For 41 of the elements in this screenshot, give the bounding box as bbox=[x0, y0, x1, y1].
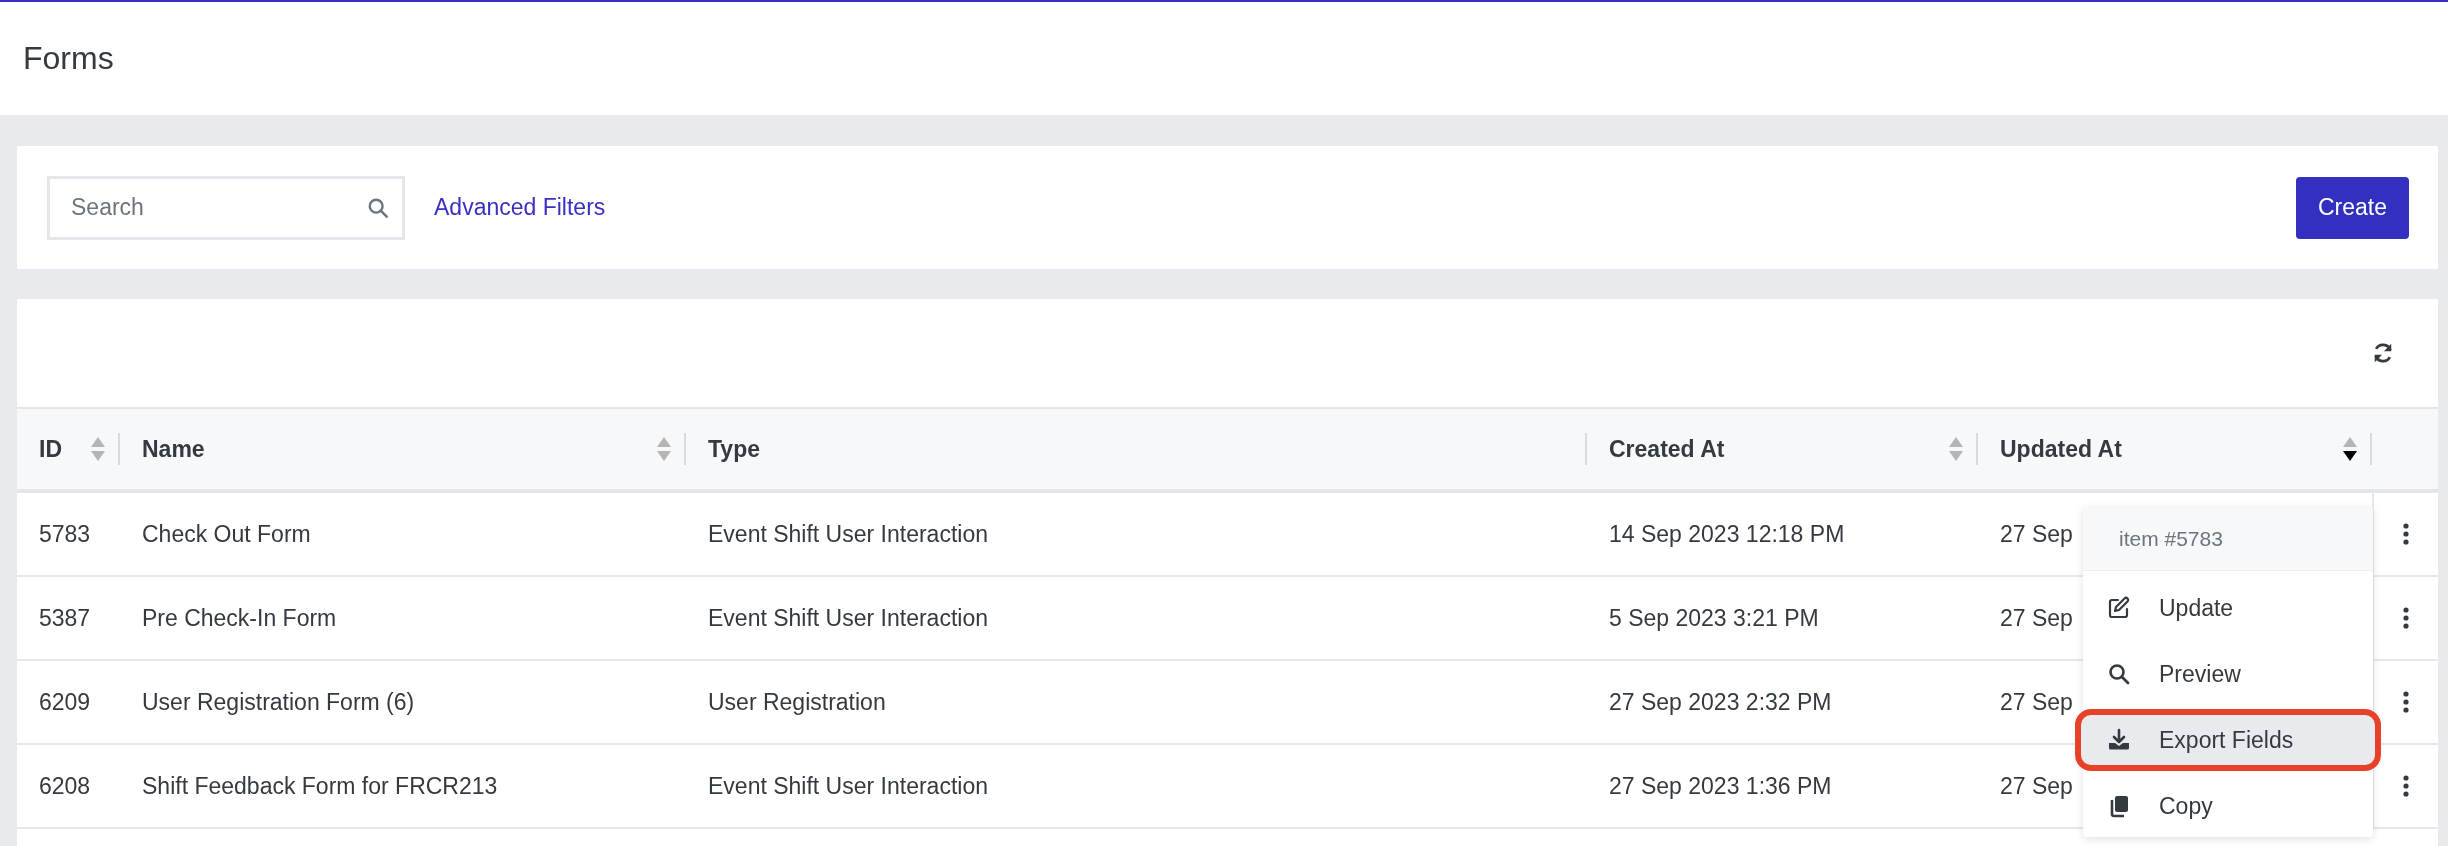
table-cell: User Registration bbox=[708, 688, 886, 716]
table-cell: Event Shift User Interaction bbox=[708, 604, 988, 632]
search-icon bbox=[367, 196, 389, 219]
table-cell: 27 Sep bbox=[2000, 520, 2073, 548]
table-cell: Event Shift User Interaction bbox=[708, 772, 988, 800]
table-cell: 27 Sep bbox=[2000, 772, 2073, 800]
table-cell: Event Shift User Interaction bbox=[708, 520, 988, 548]
advanced-filters-link[interactable]: Advanced Filters bbox=[434, 194, 606, 221]
menu-item[interactable]: Export Fields bbox=[2075, 709, 2381, 771]
column-header: ID bbox=[39, 435, 62, 462]
create-button[interactable]: Create bbox=[2295, 176, 2409, 239]
page-title: Forms bbox=[23, 40, 114, 77]
table-cell: User Registration Form (6) bbox=[142, 688, 415, 716]
table-cell: 27 Sep bbox=[2000, 688, 2073, 716]
edit-icon bbox=[2107, 596, 2131, 620]
refresh-icon[interactable] bbox=[2372, 342, 2394, 364]
column-header: Created At bbox=[1609, 435, 1725, 462]
table-cell: 14 Sep 2023 12:18 PM bbox=[1609, 520, 1845, 548]
table-cell: Pre Check-In Form bbox=[142, 604, 337, 632]
table-cell: Check Out Form bbox=[142, 520, 311, 548]
table-cell: 6208 bbox=[39, 772, 91, 800]
table-cell: 27 Sep 2023 2:32 PM bbox=[1609, 688, 1832, 716]
table-cell: 27 Sep 2023 1:36 PM bbox=[1609, 772, 1832, 800]
column-header: Type bbox=[708, 435, 760, 462]
table-cell: 27 Sep bbox=[2000, 604, 2073, 632]
menu-title: item #5783 bbox=[2083, 507, 2373, 571]
more-options-icon[interactable] bbox=[2403, 775, 2409, 797]
column-header: Updated At bbox=[2000, 435, 2122, 462]
more-options-icon[interactable] bbox=[2403, 523, 2409, 545]
more-options-icon[interactable] bbox=[2403, 691, 2409, 713]
table-cell: 6209 bbox=[39, 688, 91, 716]
export-icon bbox=[2107, 728, 2131, 752]
table-cell: Shift Feedback Form for FRCR213 bbox=[142, 772, 498, 800]
column-header: Name bbox=[142, 435, 205, 462]
table-cell: 5 Sep 2023 3:21 PM bbox=[1609, 604, 1819, 632]
table-cell: 5387 bbox=[39, 604, 91, 632]
table-cell: 5783 bbox=[39, 520, 91, 548]
sort-icon[interactable] bbox=[2342, 436, 2358, 462]
search-field[interactable]: Search bbox=[47, 175, 405, 240]
preview-icon bbox=[2107, 662, 2131, 686]
more-options-icon[interactable] bbox=[2403, 607, 2409, 629]
